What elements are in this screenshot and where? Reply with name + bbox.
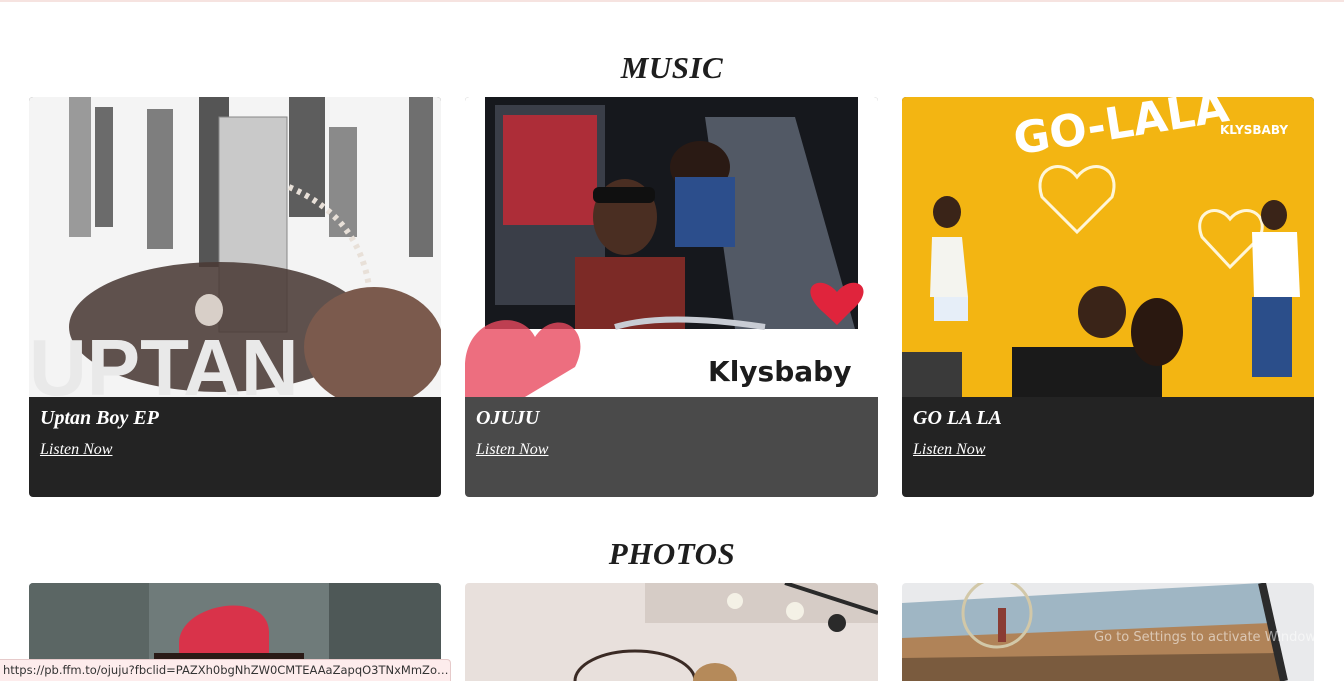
activate-windows-watermark: Go to Settings to activate Windows.	[1094, 630, 1327, 645]
listen-now-link[interactable]: Listen Now	[40, 441, 112, 459]
music-card-go-la-la[interactable]: GO-LALA KLYSBABY GO LA LA Listen Now	[902, 97, 1314, 497]
listen-now-link[interactable]: Listen Now	[476, 441, 548, 459]
listen-now-link[interactable]: Listen Now	[913, 441, 985, 459]
photo-tile-2[interactable]	[465, 583, 878, 681]
top-divider	[0, 0, 1344, 2]
browser-status-url: https://pb.ffm.to/ojuju?fbclid=PAZXh0bgN…	[0, 659, 451, 681]
music-section-title: MUSIC	[620, 50, 724, 85]
golala-art-subtext: KLYSBABY	[1220, 123, 1289, 137]
album-cover-uptan-boy: UPTAN	[29, 97, 441, 397]
album-cover-ojuju	[465, 97, 878, 397]
photos-section-title: PHOTOS	[608, 536, 736, 571]
music-card-title: OJUJU	[476, 407, 540, 429]
svg-text:UPTAN: UPTAN	[29, 323, 299, 397]
music-card-uptan-boy[interactable]: UPTAN Uptan Boy EP Listen Now	[29, 97, 441, 497]
music-card-title: GO LA LA	[913, 407, 1002, 429]
music-card-ojuju[interactable]: Klysbaby OJUJU Listen Now	[465, 97, 878, 497]
music-card-title: Uptan Boy EP	[40, 407, 159, 429]
ojuju-art-text: Klysbaby	[708, 355, 852, 388]
